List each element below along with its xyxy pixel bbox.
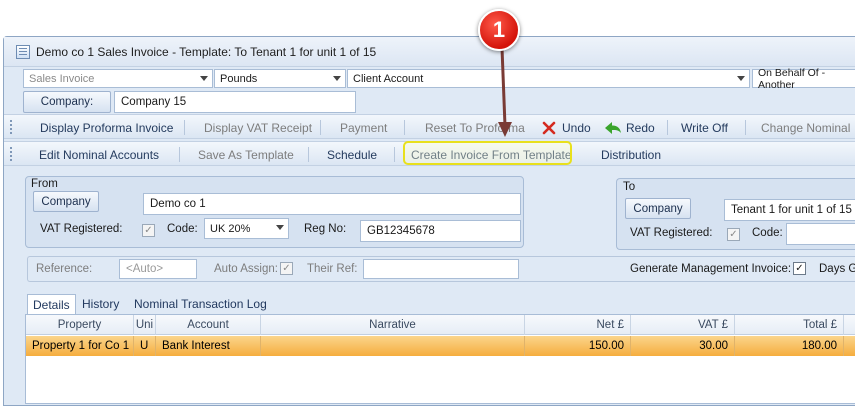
schedule-button[interactable]: Schedule — [327, 142, 377, 167]
edit-nominal-accounts-button[interactable]: Edit Nominal Accounts — [39, 142, 159, 167]
undo-label: Undo — [562, 120, 591, 135]
column-header-property[interactable]: Property — [26, 315, 134, 335]
chevron-down-icon — [737, 76, 745, 81]
title-bar: Demo co 1 Sales Invoice - Template: To T… — [4, 37, 855, 67]
undo-x-icon — [542, 121, 556, 134]
cell-narrative — [261, 336, 525, 356]
auto-assign-label: Auto Assign: — [214, 263, 278, 275]
action-toolbar: Display Proforma Invoice Display VAT Rec… — [4, 114, 855, 139]
column-header-account[interactable]: Account — [156, 315, 261, 335]
toolbar-separator — [404, 120, 405, 135]
reference-field[interactable]: <Auto> — [119, 259, 197, 279]
currency-value: Pounds — [220, 72, 258, 85]
cell-net: 150.00 — [525, 336, 631, 356]
from-reg-field[interactable]: GB12345678 — [360, 220, 521, 242]
from-code-label: Code: — [167, 223, 198, 235]
change-nominal-button[interactable]: Change Nominal — [761, 115, 850, 140]
auto-assign-checkbox[interactable]: ✓ — [280, 262, 293, 275]
from-company-field[interactable]: Demo co 1 — [143, 193, 521, 215]
undo-button[interactable]: Undo — [541, 115, 591, 140]
write-off-button[interactable]: Write Off — [681, 115, 728, 140]
reference-row: Reference: <Auto> Auto Assign: ✓ Their R… — [27, 256, 855, 282]
their-ref-field[interactable] — [363, 259, 519, 279]
to-code-select[interactable] — [786, 223, 855, 245]
toolbar-grip — [10, 120, 12, 135]
from-vat-checkbox[interactable]: ✓ — [142, 224, 155, 237]
from-reg-label: Reg No: — [304, 223, 347, 235]
from-code-select[interactable]: UK 20% — [204, 218, 289, 239]
window-title: Demo co 1 Sales Invoice - Template: To T… — [36, 44, 377, 59]
toolbar-separator — [667, 120, 668, 135]
redo-arrow-icon — [605, 121, 621, 134]
payment-button[interactable]: Payment — [340, 115, 387, 140]
toolbar-separator — [184, 120, 185, 135]
to-title: To — [623, 181, 636, 193]
column-header-total[interactable]: Total £ — [735, 315, 844, 335]
to-code-label: Code: — [752, 227, 783, 239]
to-vat-label: VAT Registered: — [630, 227, 713, 239]
display-vat-receipt-button[interactable]: Display VAT Receipt — [204, 115, 312, 140]
save-as-template-button[interactable]: Save As Template — [198, 142, 294, 167]
toolbar-separator — [179, 147, 180, 162]
tab-nominal-transaction-log[interactable]: Nominal Transaction Log — [129, 294, 272, 314]
callout-arrow-icon — [498, 47, 512, 137]
from-vat-label: VAT Registered: — [40, 223, 123, 235]
currency-select[interactable]: Pounds — [214, 69, 346, 88]
to-company-button[interactable]: Company — [625, 198, 691, 219]
invoice-type-value: Sales Invoice — [29, 72, 95, 85]
cell-unit: U — [134, 336, 156, 356]
account-select[interactable]: Client Account — [347, 69, 750, 88]
chevron-down-icon — [276, 225, 284, 230]
company-field[interactable]: Company 15 — [114, 91, 356, 113]
on-behalf-value: On Behalf Of - Another — [758, 66, 826, 91]
company-button[interactable]: Company: — [23, 91, 111, 113]
cell-account: Bank Interest — [156, 336, 261, 356]
invoice-type-select[interactable]: Sales Invoice — [23, 69, 213, 88]
on-behalf-select[interactable]: On Behalf Of - Another — [752, 66, 855, 91]
redo-label: Redo — [626, 120, 655, 135]
highlight-box — [403, 141, 572, 165]
display-proforma-button[interactable]: Display Proforma Invoice — [40, 115, 173, 140]
their-ref-label: Their Ref: — [307, 263, 358, 275]
toolbar-separator — [394, 147, 395, 162]
chevron-down-icon — [200, 76, 208, 81]
invoice-lines-grid: Property Uni Account Narrative Net £ VAT… — [25, 314, 855, 404]
cell-property: Property 1 for Co 1 — [26, 336, 134, 356]
step-callout-badge: 1 — [478, 9, 520, 51]
reference-label: Reference: — [36, 263, 93, 275]
days-grace-label: Days Gr — [819, 263, 855, 275]
to-panel: To Company Tenant 1 for unit 1 of 15 VAT… — [616, 178, 855, 250]
column-header-vat[interactable]: VAT £ — [631, 315, 735, 335]
from-title: From — [31, 178, 58, 190]
account-value: Client Account — [353, 72, 424, 85]
toolbar-grip — [10, 147, 12, 162]
column-header-net[interactable]: Net £ — [525, 315, 631, 335]
grid-header: Property Uni Account Narrative Net £ VAT… — [26, 315, 855, 335]
distribution-button[interactable]: Distribution — [601, 142, 661, 167]
toolbar-separator — [320, 120, 321, 135]
column-header-narrative[interactable]: Narrative — [261, 315, 525, 335]
toolbar-separator — [745, 120, 746, 135]
from-panel: From Company Demo co 1 VAT Registered: ✓… — [25, 176, 524, 248]
tab-details[interactable]: Details — [27, 294, 76, 315]
cell-total: 180.00 — [735, 336, 844, 356]
generate-management-invoice-label: Generate Management Invoice: — [630, 263, 792, 275]
from-code-value: UK 20% — [210, 222, 251, 235]
toolbar-separator — [308, 147, 309, 162]
from-company-button[interactable]: Company — [33, 191, 99, 212]
chevron-down-icon — [333, 76, 341, 81]
detail-tabs: Details History Nominal Transaction Log — [25, 294, 855, 315]
cell-vat: 30.00 — [631, 336, 735, 356]
to-company-field[interactable]: Tenant 1 for unit 1 of 15 — [724, 199, 855, 221]
table-row[interactable]: Property 1 for Co 1 U Bank Interest 150.… — [26, 336, 855, 356]
invoice-window: Demo co 1 Sales Invoice - Template: To T… — [3, 36, 855, 406]
redo-button[interactable]: Redo — [604, 115, 655, 140]
invoice-app-icon — [16, 44, 30, 59]
to-vat-checkbox[interactable]: ✓ — [727, 228, 740, 241]
generate-management-invoice-checkbox[interactable]: ✓ — [793, 262, 806, 275]
tab-history[interactable]: History — [77, 294, 124, 314]
column-header-unit[interactable]: Uni — [134, 315, 156, 335]
